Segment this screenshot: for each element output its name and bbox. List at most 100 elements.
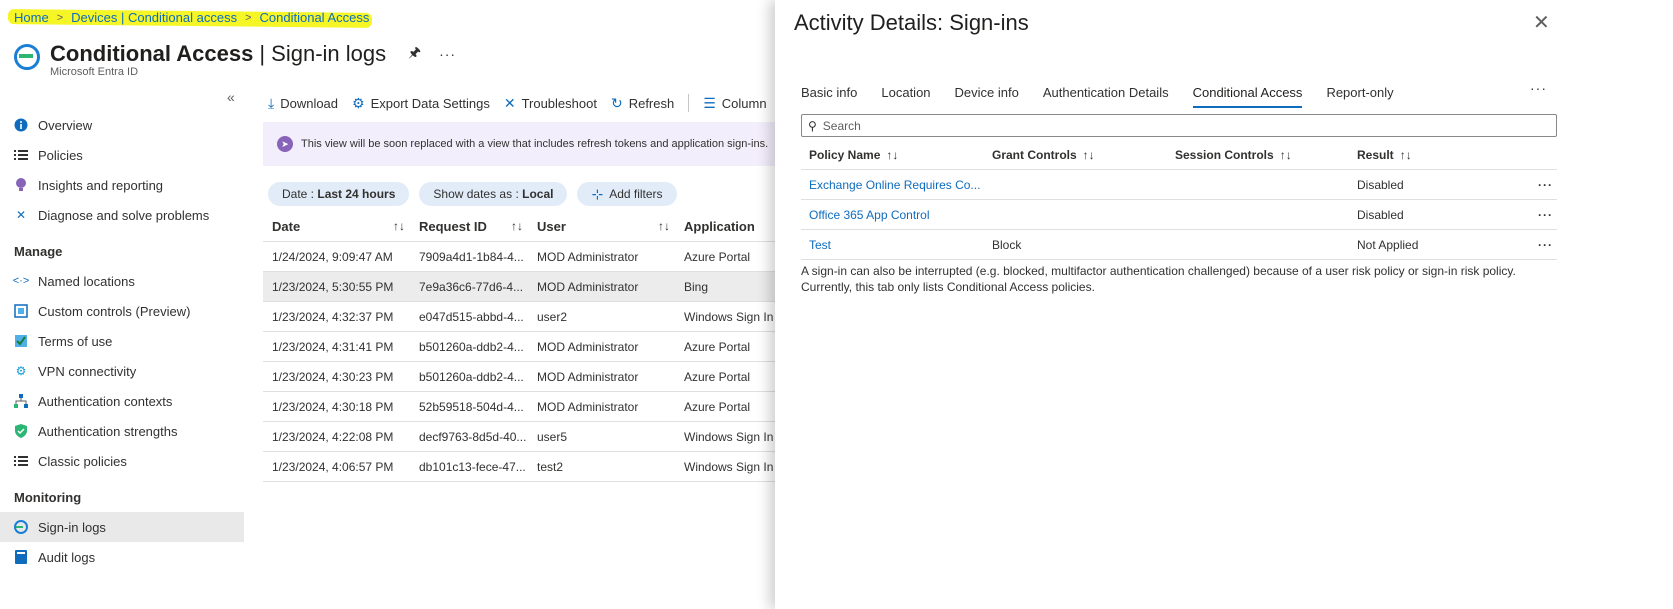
policy-name-link[interactable]: Exchange Online Requires Co...: [801, 178, 984, 192]
breadcrumb-conditional-access[interactable]: Conditional Access: [260, 10, 370, 25]
cell-request-id: 7909a4d1-1b84-4...: [419, 249, 524, 264]
list-icon: [14, 454, 28, 468]
list-icon: [14, 148, 28, 162]
sort-icon[interactable]: ↑↓: [1280, 148, 1292, 162]
cell-application: Windows Sign In: [684, 429, 774, 444]
tab-authentication-details[interactable]: Authentication Details: [1043, 80, 1169, 104]
tab-conditional-access[interactable]: Conditional Access: [1192, 80, 1302, 108]
sidebar-item-signin-logs[interactable]: Sign-in logs: [0, 512, 244, 542]
refresh-icon: ↻: [610, 94, 623, 111]
sort-icon[interactable]: ↑↓: [886, 148, 898, 162]
row-more-button[interactable]: ···: [1519, 208, 1557, 222]
column-header-application[interactable]: Application: [676, 219, 783, 234]
info-icon: [14, 118, 28, 132]
sort-icon[interactable]: ↑↓: [658, 219, 670, 233]
cell-request-id: db101c13-fece-47...: [419, 459, 526, 474]
troubleshoot-button[interactable]: ✕ Troubleshoot: [504, 95, 597, 112]
policy-row[interactable]: Exchange Online Requires Co... Disabled …: [801, 170, 1557, 200]
date-filter-pill[interactable]: Date : Last 24 hours: [268, 182, 410, 206]
sidebar-item-auth-contexts[interactable]: Authentication contexts: [0, 386, 244, 416]
table-row[interactable]: 1/23/2024, 4:30:23 PM b501260a-ddb2-4... M…: [263, 362, 783, 392]
table-row[interactable]: 1/23/2024, 4:06:57 PM db101c13-fece-47...…: [263, 452, 783, 482]
table-row-selected[interactable]: 1/23/2024, 5:30:55 PM 7e9a36c6-77d6-4... M…: [263, 272, 783, 302]
column-header-request-id[interactable]: Request ID ↑↓: [411, 219, 529, 234]
signin-icon: [14, 520, 28, 534]
cell-result: Disabled: [1357, 207, 1404, 222]
policy-row[interactable]: Office 365 App Control Disabled ···: [801, 200, 1557, 230]
pin-icon[interactable]: 🖈: [408, 42, 421, 66]
sort-icon[interactable]: ↑↓: [1083, 148, 1095, 162]
chevron-right-icon: >: [245, 11, 252, 24]
sort-icon[interactable]: ↑↓: [393, 219, 405, 233]
panel-tabs: Basic info Location Device info Authenti…: [801, 80, 1418, 108]
add-filters-button[interactable]: ⊹ Add filters: [577, 182, 677, 206]
cell-date: 1/23/2024, 4:30:18 PM: [272, 399, 394, 414]
tab-basic-info[interactable]: Basic info: [801, 80, 857, 104]
breadcrumb-home[interactable]: Home: [14, 10, 49, 25]
policy-name-link[interactable]: Test: [801, 238, 984, 252]
columns-button[interactable]: ☰ Columns: [703, 95, 767, 112]
cell-application: Windows Sign In: [684, 459, 774, 474]
shield-icon: [14, 424, 28, 438]
cell-user: MOD Administrator: [537, 249, 639, 264]
cell-request-id: decf9763-8d5d-40...: [419, 429, 527, 444]
column-header-policy-name[interactable]: Policy Name ↑↓: [801, 148, 984, 162]
sidebar-item-diagnose[interactable]: ✕ Diagnose and solve problems: [0, 200, 244, 230]
cell-date: 1/24/2024, 9:09:47 AM: [272, 249, 393, 264]
sidebar-item-insights[interactable]: Insights and reporting: [0, 170, 244, 200]
sidebar-item-auth-strengths[interactable]: Authentication strengths: [0, 416, 244, 446]
column-header-label: Session Controls: [1175, 147, 1274, 162]
sort-icon[interactable]: ↑↓: [1400, 148, 1412, 162]
add-filters-label: Add filters: [609, 187, 663, 201]
policy-search-input[interactable]: ⚲ Search: [801, 114, 1557, 137]
cell-user: test2: [537, 459, 564, 474]
policy-row[interactable]: Test Block Not Applied ···: [801, 230, 1557, 260]
banner-text: This view will be soon replaced with a v…: [301, 138, 769, 150]
sidebar-item-policies[interactable]: Policies: [0, 140, 244, 170]
export-label: Export Data Settings: [370, 95, 490, 111]
refresh-button[interactable]: ↻ Refresh: [611, 95, 674, 112]
column-header-date[interactable]: Date ↑↓: [263, 219, 411, 234]
more-options-button[interactable]: ···: [439, 46, 456, 62]
column-header-result[interactable]: Result ↑↓: [1349, 148, 1519, 162]
collapse-sidebar-button[interactable]: «: [227, 89, 235, 105]
export-data-settings-button[interactable]: ⚙ Export Data Settings: [352, 95, 490, 112]
sidebar-item-terms-of-use[interactable]: Terms of use: [0, 326, 244, 356]
sidebar-item-audit-logs[interactable]: Audit logs: [0, 542, 244, 572]
sidebar-item-classic-policies[interactable]: Classic policies: [0, 446, 244, 476]
cell-request-id: 7e9a36c6-77d6-4...: [419, 279, 524, 294]
sidebar-item-label: Authentication strengths: [38, 423, 178, 439]
column-header-grant-controls[interactable]: Grant Controls ↑↓: [984, 148, 1167, 162]
sidebar-item-named-locations[interactable]: <·> Named locations: [0, 266, 244, 296]
table-row[interactable]: 1/23/2024, 4:31:41 PM b501260a-ddb2-4... M…: [263, 332, 783, 362]
sidebar-item-overview[interactable]: Overview: [0, 110, 244, 140]
download-button[interactable]: ⤓ Download: [268, 95, 338, 112]
add-filter-icon: ⊹: [591, 185, 604, 202]
column-header-user[interactable]: User ↑↓: [529, 219, 676, 234]
sidebar-item-vpn[interactable]: ⚙ VPN connectivity: [0, 356, 244, 386]
column-header-label: User: [537, 219, 566, 234]
show-dates-pill[interactable]: Show dates as : Local: [419, 182, 568, 206]
sidebar-item-label: Insights and reporting: [38, 177, 164, 193]
table-row[interactable]: 1/23/2024, 4:32:37 PM e047d515-abbd-4... u…: [263, 302, 783, 332]
gear-icon: ⚙: [352, 94, 365, 111]
more-tabs-button[interactable]: ···: [1530, 80, 1547, 96]
table-row[interactable]: 1/23/2024, 4:30:18 PM 52b59518-504d-4... M…: [263, 392, 783, 422]
policy-name-link[interactable]: Office 365 App Control: [801, 208, 984, 222]
service-name: Microsoft Entra ID: [50, 66, 139, 78]
sidebar-item-custom-controls[interactable]: Custom controls (Preview): [0, 296, 244, 326]
row-more-button[interactable]: ···: [1519, 178, 1557, 192]
breadcrumb-devices[interactable]: Devices | Conditional access: [71, 10, 237, 25]
filter-bar: Date : Last 24 hours Show dates as : Loc…: [268, 182, 677, 206]
close-icon[interactable]: ✕: [1533, 10, 1550, 35]
column-header-session-controls[interactable]: Session Controls ↑↓: [1167, 148, 1349, 162]
tab-location[interactable]: Location: [881, 80, 930, 104]
row-more-button[interactable]: ···: [1519, 238, 1557, 252]
table-row[interactable]: 1/24/2024, 9:09:47 AM 7909a4d1-1b84-4... M…: [263, 242, 783, 272]
table-row[interactable]: 1/23/2024, 4:22:08 PM decf9763-8d5d-40...…: [263, 422, 783, 452]
tab-device-info[interactable]: Device info: [955, 80, 1019, 104]
tab-report-only[interactable]: Report-only: [1326, 80, 1393, 104]
cell-result: Disabled: [1357, 177, 1404, 192]
sort-icon[interactable]: ↑↓: [511, 219, 523, 233]
search-icon: ⚲: [808, 118, 817, 133]
